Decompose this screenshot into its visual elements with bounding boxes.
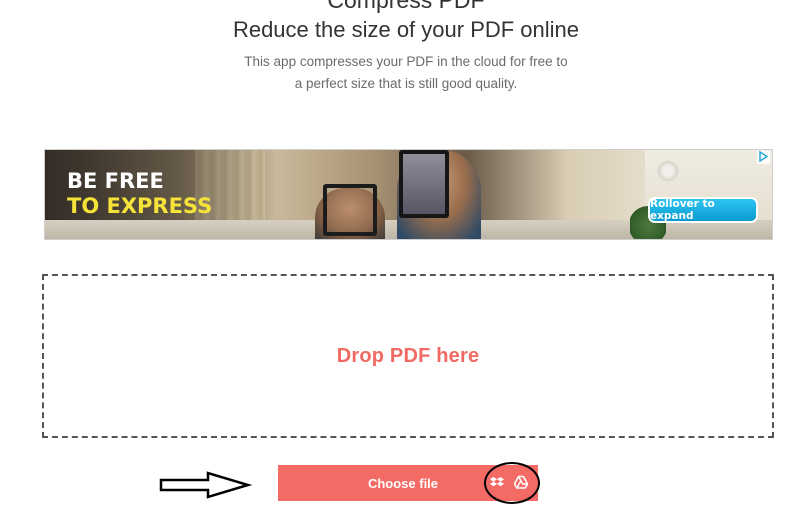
ad-flower-image xyxy=(657,160,679,182)
page: Compress PDF Reduce the size of your PDF… xyxy=(0,0,797,522)
pdf-dropzone[interactable]: Drop PDF here xyxy=(42,274,774,438)
adchoices-icon[interactable] xyxy=(757,150,770,164)
ad-headline-line-1: BE FREE xyxy=(67,169,164,193)
description-line-2: a perfect size that is still good qualit… xyxy=(294,76,518,91)
ad-tablet-image xyxy=(323,184,377,236)
ad-headline-line-2: TO EXPRESS xyxy=(67,194,213,218)
arrow-annotation-icon xyxy=(159,471,253,499)
page-description: This app compresses your PDF in the clou… xyxy=(0,51,797,95)
page-subtitle: Reduce the size of your PDF online xyxy=(232,17,580,42)
ad-banner[interactable]: BE FREE TO EXPRESS Rollover to expand xyxy=(44,149,773,240)
cloud-sources-highlight xyxy=(484,462,540,504)
dropzone-label: Drop PDF here xyxy=(336,344,480,367)
ad-tablet-image xyxy=(399,150,449,218)
ad-rollover-button[interactable]: Rollover to expand xyxy=(648,197,758,223)
page-title: Compress PDF xyxy=(327,0,485,13)
adchoices-icon-glyph xyxy=(759,150,769,163)
ad-rollover-label: Rollover to expand xyxy=(650,198,715,222)
description-line-1: This app compresses your PDF in the clou… xyxy=(244,54,568,69)
